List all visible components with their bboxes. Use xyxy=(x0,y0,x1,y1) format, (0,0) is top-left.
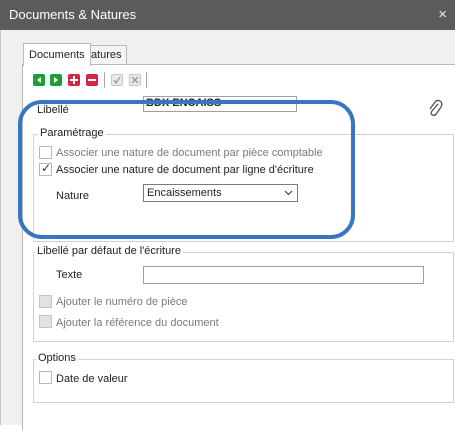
next-record-icon[interactable] xyxy=(50,74,62,86)
first-record-icon[interactable] xyxy=(33,74,45,86)
option-nature-piece-label: Associer une nature de document par pièc… xyxy=(56,147,323,159)
libelle-input[interactable]: BDX ENCAISS xyxy=(143,96,297,112)
checkbox-nature-ligne[interactable]: ✓ xyxy=(39,161,52,176)
reference-document-label: Ajouter la référence du document xyxy=(56,317,219,329)
add-icon[interactable] xyxy=(68,74,80,86)
cancel-icon[interactable] xyxy=(129,74,141,86)
option-nature-ligne-label: Associer une nature de document par lign… xyxy=(56,164,314,176)
toolbar-separator xyxy=(146,72,147,88)
checkbox-numero-piece[interactable] xyxy=(39,295,52,308)
libelle-defaut-title: Libellé par défaut de l'écriture xyxy=(35,245,183,257)
date-valeur-label: Date de valeur xyxy=(56,373,128,385)
parametrage-title: Paramétrage xyxy=(38,127,106,139)
texte-input[interactable] xyxy=(143,266,424,284)
tab-documents[interactable]: Documents xyxy=(23,43,91,66)
texte-label: Texte xyxy=(56,269,83,281)
nature-select-value: Encaissements xyxy=(147,187,222,199)
delete-icon[interactable] xyxy=(86,74,98,86)
libelle-value: BDX ENCAISS xyxy=(146,97,222,109)
nature-label: Nature xyxy=(56,190,90,202)
window-title: Documents & Natures xyxy=(9,7,137,22)
check-icon: ✓ xyxy=(41,161,52,175)
checkbox-reference-document[interactable] xyxy=(39,315,52,328)
window-titlebar: Documents & Natures × xyxy=(0,0,455,30)
checkbox-date-valeur[interactable] xyxy=(39,371,52,384)
libelle-label: Libellé xyxy=(37,104,69,116)
close-icon[interactable]: × xyxy=(438,0,447,30)
validate-icon[interactable] xyxy=(111,74,123,86)
checkbox-nature-piece[interactable] xyxy=(39,146,52,159)
numero-piece-label: Ajouter le numéro de pièce xyxy=(56,296,188,308)
nature-select[interactable]: Encaissements xyxy=(143,184,298,202)
options-title: Options xyxy=(36,352,78,364)
toolbar-separator xyxy=(104,72,105,88)
paperclip-icon[interactable] xyxy=(427,98,443,121)
chevron-down-icon xyxy=(284,190,293,196)
